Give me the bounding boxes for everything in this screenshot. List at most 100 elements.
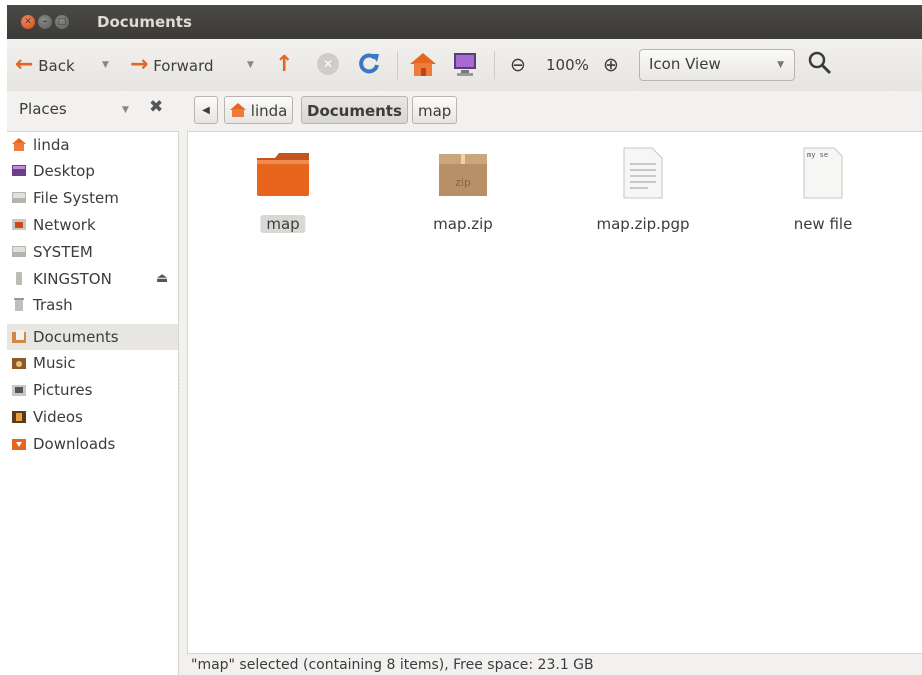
- window-title: Documents: [97, 13, 192, 31]
- computer-button[interactable]: [452, 51, 478, 77]
- close-sidebar-icon[interactable]: ✖: [149, 97, 163, 117]
- stop-button[interactable]: ✕: [317, 53, 339, 75]
- home-icon: [410, 53, 436, 76]
- sidebar-item-label: Documents: [33, 328, 119, 346]
- sidebar-item-label: Downloads: [33, 435, 116, 453]
- sidebar-item-label: linda: [33, 136, 70, 154]
- sidebar-item-music[interactable]: Music: [7, 350, 178, 376]
- sidebar-item-system[interactable]: SYSTEM: [7, 239, 178, 265]
- close-icon: ✕: [24, 17, 32, 27]
- zoom-out-button[interactable]: ⊖: [510, 52, 526, 78]
- minimize-icon: –: [42, 17, 48, 27]
- reload-icon: [359, 53, 379, 74]
- desktop-icon: [12, 165, 26, 176]
- places-label: Places: [19, 100, 67, 118]
- sidebar-item-label: Music: [33, 354, 76, 372]
- breadcrumb-label: linda: [250, 102, 288, 120]
- zoom-in-button[interactable]: ⊕: [603, 52, 619, 78]
- svg-text:zip: zip: [455, 176, 471, 189]
- sidebar-item-file-system[interactable]: File System: [7, 185, 178, 211]
- file-thumbnail-text: my se: [807, 151, 829, 159]
- home-folder-icon: [230, 103, 246, 117]
- drive-icon: [12, 192, 26, 203]
- sidebar-item-label: File System: [33, 189, 119, 207]
- toolbar-separator: [494, 51, 495, 79]
- toolbar-separator: [397, 51, 398, 79]
- text-file-icon: my se: [802, 146, 844, 200]
- title-bar: ✕ – □ Documents: [7, 5, 922, 39]
- downloads-folder-icon: [12, 439, 26, 450]
- sidebar-item-downloads[interactable]: Downloads: [7, 431, 178, 457]
- sidebar-item-trash[interactable]: Trash: [7, 292, 178, 318]
- file-item-map[interactable]: map: [213, 146, 353, 266]
- home-button[interactable]: [409, 51, 437, 77]
- file-name: map.zip: [433, 215, 493, 233]
- sidebar-item-documents[interactable]: Documents: [7, 324, 178, 350]
- sidebar-resize-handle[interactable]: · · ·: [178, 377, 184, 393]
- search-button[interactable]: [807, 50, 833, 76]
- location-bar: Places ▼ ✖ ◀ linda Documents map: [7, 91, 922, 131]
- sidebar-item-label: Pictures: [33, 381, 93, 399]
- breadcrumb-documents[interactable]: Documents: [301, 96, 408, 124]
- sidebar-item-network[interactable]: Network: [7, 212, 178, 238]
- back-history-dropdown[interactable]: ▼: [102, 52, 109, 78]
- sidebar-item-desktop[interactable]: Desktop: [7, 158, 178, 184]
- breadcrumb-label: Documents: [307, 102, 402, 120]
- home-folder-icon: [12, 138, 26, 151]
- sidebar-item-label: SYSTEM: [33, 243, 93, 261]
- zoom-level: 100%: [546, 56, 589, 74]
- breadcrumb-map[interactable]: map: [412, 96, 458, 124]
- chevron-left-icon: ◀: [202, 105, 210, 116]
- zoom-out-icon: ⊖: [510, 54, 526, 76]
- sidebar-item-linda[interactable]: linda: [7, 132, 178, 158]
- up-button[interactable]: ↑: [275, 52, 293, 78]
- trash-icon: [14, 298, 24, 311]
- places-sidebar: linda Desktop File System Network SYSTEM…: [7, 131, 179, 675]
- computer-icon: [454, 53, 476, 76]
- breadcrumb-home[interactable]: linda: [224, 96, 294, 124]
- toolbar: ← Back ▼ → Forward ▼ ↑ ✕ ⊖ 100% ⊕ Icon V…: [7, 39, 922, 91]
- back-label: Back: [38, 57, 75, 75]
- view-mode-select[interactable]: Icon View ▼: [639, 49, 795, 81]
- minimize-window-button[interactable]: –: [38, 15, 52, 29]
- back-button[interactable]: ← Back: [15, 52, 75, 78]
- forward-arrow-icon: →: [130, 52, 149, 77]
- icon-view: map zip map.zip map.zip.pgp my se new fi…: [187, 131, 922, 654]
- music-folder-icon: [12, 358, 26, 369]
- up-arrow-icon: ↑: [275, 52, 294, 77]
- view-mode-value: Icon View: [649, 55, 721, 73]
- zoom-in-icon: ⊕: [603, 54, 619, 76]
- sidebar-item-kingston[interactable]: KINGSTON ⏏: [7, 266, 178, 292]
- usb-drive-icon: [16, 272, 22, 285]
- file-item-map-zip-pgp[interactable]: map.zip.pgp: [573, 146, 713, 266]
- drive-icon: [12, 246, 26, 257]
- sidebar-item-label: Videos: [33, 408, 83, 426]
- reload-button[interactable]: [357, 50, 381, 76]
- close-window-button[interactable]: ✕: [21, 15, 35, 29]
- file-name: new file: [793, 215, 853, 233]
- file-name: map.zip.pgp: [596, 215, 690, 233]
- file-item-map-zip[interactable]: zip map.zip: [393, 146, 533, 266]
- text-file-icon: [623, 147, 663, 199]
- forward-button[interactable]: → Forward: [130, 52, 214, 78]
- network-icon: [12, 219, 26, 230]
- sidebar-item-videos[interactable]: Videos: [7, 404, 178, 430]
- folder-icon: [257, 153, 309, 196]
- sidebar-item-label: Network: [33, 216, 96, 234]
- videos-folder-icon: [12, 411, 26, 423]
- eject-icon[interactable]: ⏏: [156, 266, 168, 292]
- forward-history-dropdown[interactable]: ▼: [247, 52, 254, 78]
- chevron-down-icon: ▼: [777, 60, 784, 70]
- breadcrumb-left-arrow[interactable]: ◀: [194, 96, 218, 124]
- sidebar-item-label: Trash: [33, 296, 73, 314]
- pictures-folder-icon: [12, 385, 26, 396]
- search-icon: [808, 51, 832, 75]
- maximize-window-button[interactable]: □: [55, 15, 69, 29]
- documents-folder-icon: [12, 330, 26, 343]
- status-bar: "map" selected (containing 8 items), Fre…: [187, 653, 922, 675]
- file-item-new-file[interactable]: my se new file: [753, 146, 893, 266]
- places-dropdown-icon[interactable]: ▼: [122, 105, 129, 115]
- sidebar-item-pictures[interactable]: Pictures: [7, 377, 178, 403]
- maximize-icon: □: [57, 17, 67, 27]
- sidebar-item-label: KINGSTON: [33, 270, 112, 288]
